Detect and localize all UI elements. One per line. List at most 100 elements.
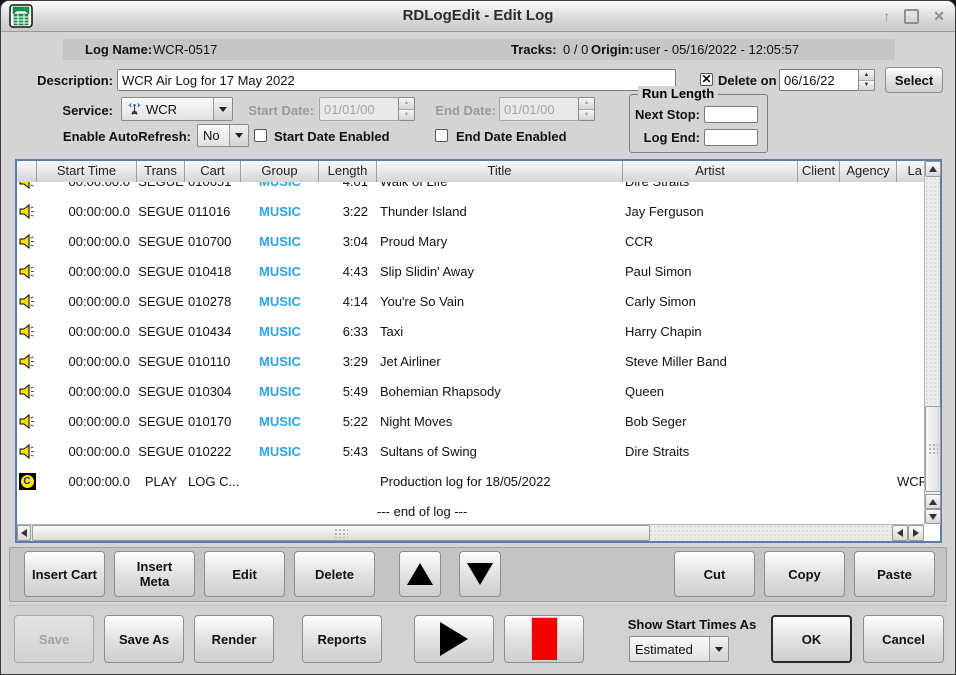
horizontal-scroll-thumb[interactable] — [32, 525, 650, 541]
cancel-button[interactable]: Cancel — [863, 615, 944, 663]
tracks-label: Tracks: — [511, 39, 557, 60]
table-row[interactable]: 00:00:00.0 SEGUE 011016 MUSIC 3:22 Thund… — [17, 196, 924, 226]
cell-trans: PLAY — [137, 474, 185, 489]
scroll-up-icon[interactable] — [925, 161, 941, 177]
cell-length: 6:33 — [319, 324, 377, 339]
col-title[interactable]: Title — [377, 161, 623, 182]
cell-cart: 010110 — [185, 354, 241, 369]
ok-button[interactable]: OK — [771, 615, 852, 663]
cell-length: 4:01 — [319, 182, 377, 189]
table-row[interactable]: 00:00:00.0 SEGUE 010434 MUSIC 6:33 Taxi … — [17, 316, 924, 346]
cell-cart: 011016 — [185, 204, 241, 219]
cell-artist: Queen — [623, 384, 798, 399]
cell-length: 3:22 — [319, 204, 377, 219]
col-agency[interactable]: Agency — [840, 161, 897, 182]
title-bar[interactable]: RDLogEdit - Edit Log ↑ ✕ — [1, 1, 955, 32]
table-row[interactable]: 00:00:00.0 SEGUE 010222 MUSIC 5:43 Sulta… — [17, 436, 924, 466]
delete-date-input[interactable] — [779, 69, 859, 91]
delete-on-checkbox[interactable] — [700, 73, 713, 86]
move-up-button[interactable] — [399, 551, 441, 597]
reports-button[interactable]: Reports — [302, 615, 382, 663]
move-down-button[interactable] — [459, 551, 501, 597]
cell-trans: SEGUE — [137, 204, 185, 219]
service-value: WCR — [146, 102, 177, 117]
cell-length: 3:04 — [319, 234, 377, 249]
cell-artist: Paul Simon — [623, 264, 798, 279]
col-cart[interactable]: Cart — [185, 161, 241, 182]
col-group[interactable]: Group — [241, 161, 319, 182]
save-as-button[interactable]: Save As — [104, 615, 184, 663]
table-row[interactable]: 00:00:00.0 SEGUE 010304 MUSIC 5:49 Bohem… — [17, 376, 924, 406]
cell-start-time: 00:00:00.0 — [37, 182, 137, 189]
vertical-scrollbar[interactable] — [924, 161, 940, 524]
end-date-spinner: ▲▼ — [578, 97, 595, 121]
play-button[interactable] — [414, 615, 494, 663]
cut-button[interactable]: Cut — [674, 551, 755, 597]
col-length[interactable]: Length — [319, 161, 377, 182]
maximize-icon[interactable] — [904, 9, 919, 24]
col-trans[interactable]: Trans — [137, 161, 185, 182]
play-icon — [440, 622, 468, 656]
cell-group: MUSIC — [241, 384, 319, 399]
scroll-down-icon[interactable] — [925, 509, 941, 524]
col-icon[interactable] — [17, 161, 37, 182]
table-row[interactable]: 00:00:00.0 SEGUE 010418 MUSIC 4:43 Slip … — [17, 256, 924, 286]
scroll-up2-icon[interactable] — [925, 494, 941, 509]
save-button[interactable]: Save — [14, 615, 94, 663]
cell-length: 4:14 — [319, 294, 377, 309]
cell-trans: SEGUE — [137, 324, 185, 339]
cell-group: MUSIC — [241, 294, 319, 309]
table-row[interactable]: 00:00:00.0 PLAY LOG C... Production log … — [17, 466, 924, 496]
cell-start-time: 00:00:00.0 — [37, 234, 137, 249]
end-date-enabled-checkbox[interactable] — [435, 129, 448, 142]
vertical-scroll-thumb[interactable] — [925, 406, 941, 492]
render-button[interactable]: Render — [194, 615, 274, 663]
col-client[interactable]: Client — [798, 161, 840, 182]
delete-button[interactable]: Delete — [294, 551, 375, 597]
cell-start-time: 00:00:00.0 — [37, 384, 137, 399]
autorefresh-dropdown-arrow-icon[interactable] — [229, 125, 248, 146]
service-dropdown-arrow-icon[interactable] — [213, 98, 232, 120]
col-artist[interactable]: Artist — [623, 161, 798, 182]
cell-group: MUSIC — [241, 444, 319, 459]
start-date-enabled-checkbox[interactable] — [254, 129, 267, 142]
description-input[interactable] — [117, 69, 676, 91]
autorefresh-combo[interactable]: No — [197, 124, 249, 147]
show-start-times-combo[interactable]: Estimated — [629, 636, 729, 662]
paste-button[interactable]: Paste — [854, 551, 935, 597]
insert-cart-button[interactable]: Insert Cart — [24, 551, 105, 597]
speaker-icon — [19, 204, 35, 219]
table-row[interactable]: 00:00:00.0 SEGUE 010110 MUSIC 3:29 Jet A… — [17, 346, 924, 376]
show-start-times-value: Estimated — [635, 642, 693, 657]
copy-button[interactable]: Copy — [764, 551, 845, 597]
scroll-left2-icon[interactable] — [892, 525, 908, 541]
col-label[interactable]: La — [897, 161, 924, 182]
shade-icon[interactable]: ↑ — [883, 5, 890, 27]
select-button[interactable]: Select — [885, 67, 943, 93]
table-row[interactable]: 00:00:00.0 SEGUE 010651 MUSIC 4:01 Walk … — [17, 182, 924, 196]
table-row[interactable]: 00:00:00.0 SEGUE 010278 MUSIC 4:14 You'r… — [17, 286, 924, 316]
cell-length: 5:49 — [319, 384, 377, 399]
start-date-enabled-label: Start Date Enabled — [274, 129, 390, 144]
cell-cart: 010278 — [185, 294, 241, 309]
speaker-icon — [19, 384, 35, 399]
log-name-value: WCR-0517 — [153, 39, 217, 60]
cell-trans: SEGUE — [137, 384, 185, 399]
col-start-time[interactable]: Start Time — [37, 161, 137, 182]
stop-button[interactable] — [504, 615, 584, 663]
edit-button[interactable]: Edit — [204, 551, 285, 597]
horizontal-scrollbar[interactable] — [17, 524, 924, 541]
speaker-icon — [19, 444, 35, 459]
insert-meta-button[interactable]: Insert Meta — [114, 551, 195, 597]
table-row[interactable]: 00:00:00.0 SEGUE 010170 MUSIC 5:22 Night… — [17, 406, 924, 436]
scroll-left-icon[interactable] — [17, 525, 31, 541]
cell-artist: Carly Simon — [623, 294, 798, 309]
scroll-right-icon[interactable] — [908, 525, 924, 541]
service-combo[interactable]: WCR — [121, 97, 233, 121]
cell-trans: SEGUE — [137, 182, 185, 189]
table-row[interactable]: 00:00:00.0 SEGUE 010700 MUSIC 3:04 Proud… — [17, 226, 924, 256]
show-start-dropdown-arrow-icon[interactable] — [709, 637, 728, 661]
close-icon[interactable]: ✕ — [933, 5, 945, 27]
delete-date-spinner[interactable]: ▲▼ — [858, 69, 875, 91]
speaker-icon — [19, 354, 35, 369]
